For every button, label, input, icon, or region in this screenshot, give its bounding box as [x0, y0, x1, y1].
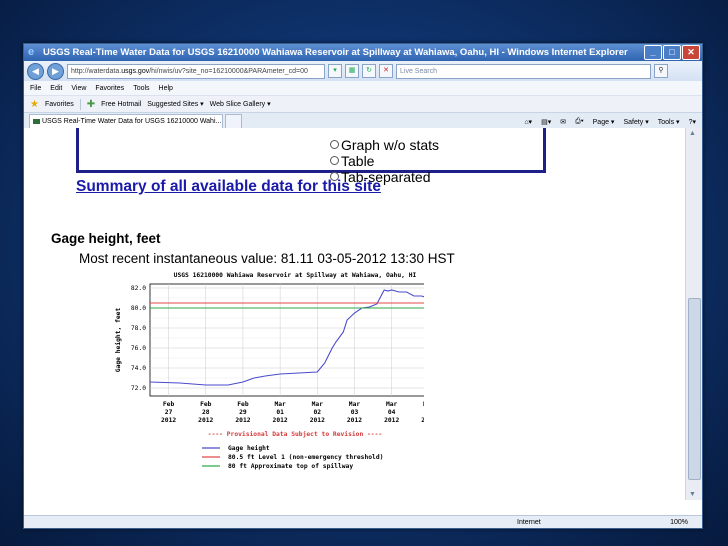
- fav-item-webslice[interactable]: Web Slice Gallery ▾: [210, 100, 271, 108]
- x-tick-label: Mar: [386, 401, 398, 408]
- favorites-bar: ★ Favorites ✚ Free Hotmail Suggested Sit…: [24, 95, 702, 112]
- compatibility-icon[interactable]: ▦: [345, 64, 359, 78]
- cmd-safety[interactable]: Safety ▾: [623, 118, 648, 126]
- y-tick-label: 72.0: [131, 385, 146, 392]
- x-tick-label: Mar: [349, 401, 361, 408]
- fav-item-suggested[interactable]: Suggested Sites ▾: [147, 100, 203, 108]
- scroll-down-icon[interactable]: ▼: [689, 491, 696, 498]
- cmd-tools[interactable]: Tools ▾: [658, 118, 680, 126]
- x-tick-label: 2012: [235, 417, 250, 424]
- x-tick-label: 03: [351, 409, 359, 416]
- y-tick-label: 78.0: [131, 325, 146, 332]
- back-button[interactable]: ◀: [27, 62, 44, 80]
- x-tick-label: 28: [202, 409, 210, 416]
- search-input[interactable]: Live Search: [396, 63, 651, 79]
- plot-area: [149, 283, 424, 397]
- browser-window: e USGS Real-Time Water Data for USGS 162…: [23, 43, 703, 529]
- option-graph-wo-stats[interactable]: Graph w/o stats: [330, 137, 439, 153]
- option-table[interactable]: Table: [330, 153, 374, 169]
- y-tick-label: 80.0: [131, 305, 146, 312]
- gage-height-chart: USGS 16210000 Wahiawa Reservoir at Spill…: [114, 271, 424, 470]
- forward-button[interactable]: ▶: [47, 62, 64, 80]
- x-tick-label: 27: [165, 409, 173, 416]
- output-options-box: [76, 128, 546, 173]
- fav-item-hotmail[interactable]: Free Hotmail: [101, 101, 141, 108]
- radio-icon[interactable]: [330, 140, 339, 149]
- x-tick-label: 2012: [421, 417, 424, 424]
- ie-logo-icon: e: [28, 46, 35, 58]
- x-tick-label: 2012: [384, 417, 399, 424]
- print-icon[interactable]: ⎙▾: [575, 118, 584, 126]
- x-tick-label: Feb: [200, 401, 212, 408]
- divider: [79, 98, 81, 110]
- feeds-icon[interactable]: ▤▾: [541, 118, 551, 126]
- legend-entry: Gage height: [228, 444, 270, 452]
- x-tick-label: 2012: [161, 417, 176, 424]
- x-tick-label: 2012: [273, 417, 288, 424]
- cmd-page[interactable]: Page ▾: [593, 118, 615, 126]
- legend-entry: 80 ft Approximate top of spillway: [228, 462, 353, 470]
- close-button[interactable]: ✕: [682, 45, 700, 60]
- y-axis-label: Gage height, feet: [114, 308, 122, 373]
- menu-tools[interactable]: Tools: [133, 85, 149, 92]
- y-tick-label: 76.0: [131, 345, 146, 352]
- menu-help[interactable]: Help: [159, 85, 173, 92]
- page-content: Graph w/o stats Table Tab-separated Summ…: [24, 128, 685, 500]
- scroll-up-icon[interactable]: ▲: [689, 130, 696, 137]
- scroll-thumb[interactable]: [688, 298, 701, 480]
- home-icon[interactable]: ⌂▾: [524, 118, 532, 126]
- address-bar: ◀ ▶ http://waterdata.usgs.gov/hi/nwis/uv…: [24, 61, 702, 81]
- status-bar: Internet 100%: [24, 515, 702, 528]
- chart-title: USGS 16210000 Wahiawa Reservoir at Spill…: [174, 271, 417, 279]
- cmd-help[interactable]: ?▾: [689, 118, 696, 126]
- maximize-button[interactable]: □: [663, 45, 681, 60]
- minimize-button[interactable]: _: [644, 45, 662, 60]
- x-tick-label: 01: [276, 409, 284, 416]
- vertical-scrollbar[interactable]: ▲ ▼: [685, 128, 702, 500]
- mail-icon[interactable]: ✉: [560, 118, 566, 126]
- command-bar: ⌂▾ ▤▾ ✉ ⎙▾ Page ▾ Safety ▾ Tools ▾ ?▾: [524, 118, 702, 126]
- section-title: Gage height, feet: [51, 231, 161, 246]
- x-tick-label: Feb: [163, 401, 175, 408]
- y-tick-label: 82.0: [131, 285, 146, 292]
- x-tick-label: Feb: [237, 401, 249, 408]
- refresh-icon[interactable]: ↻: [362, 64, 376, 78]
- recent-value: Most recent instantaneous value: 81.11 0…: [79, 251, 455, 266]
- x-tick-label: Mar: [423, 401, 424, 408]
- provisional-note: ---- Provisional Data Subject to Revisio…: [208, 430, 382, 438]
- favorites-star-icon[interactable]: ★: [30, 99, 39, 110]
- x-tick-label: Mar: [312, 401, 324, 408]
- new-tab-button[interactable]: [225, 114, 242, 129]
- x-tick-label: 29: [239, 409, 247, 416]
- x-tick-label: Mar: [274, 401, 286, 408]
- x-tick-label: 04: [388, 409, 396, 416]
- internet-zone: Internet: [517, 518, 541, 526]
- favorites-button[interactable]: Favorites: [45, 101, 74, 108]
- legend-entry: 80.5 ft Level 1 (non-emergency threshold…: [228, 454, 383, 461]
- menu-file[interactable]: File: [30, 85, 41, 92]
- x-tick-label: 2012: [347, 417, 362, 424]
- menu-bar: File Edit View Favorites Tools Help: [24, 81, 702, 95]
- radio-icon[interactable]: [330, 156, 339, 165]
- url-field[interactable]: http://waterdata.usgs.gov/hi/nwis/uv?sit…: [67, 63, 325, 79]
- menu-view[interactable]: View: [71, 85, 86, 92]
- y-tick-label: 74.0: [131, 365, 146, 372]
- menu-edit[interactable]: Edit: [50, 85, 62, 92]
- add-favorite-icon[interactable]: ✚: [87, 99, 95, 110]
- window-title: USGS Real-Time Water Data for USGS 16210…: [43, 47, 628, 58]
- summary-link[interactable]: Summary of all available data for this s…: [76, 178, 381, 196]
- x-tick-label: 02: [314, 409, 322, 416]
- x-tick-label: 2012: [198, 417, 213, 424]
- search-icon[interactable]: ⚲: [654, 64, 668, 78]
- x-tick-label: 2012: [310, 417, 325, 424]
- stop-icon[interactable]: ✕: [379, 64, 393, 78]
- zoom-level[interactable]: 100%: [670, 519, 688, 526]
- title-bar: e USGS Real-Time Water Data for USGS 162…: [24, 44, 702, 61]
- dropdown-icon[interactable]: ▾: [328, 64, 342, 78]
- menu-favorites[interactable]: Favorites: [95, 85, 124, 92]
